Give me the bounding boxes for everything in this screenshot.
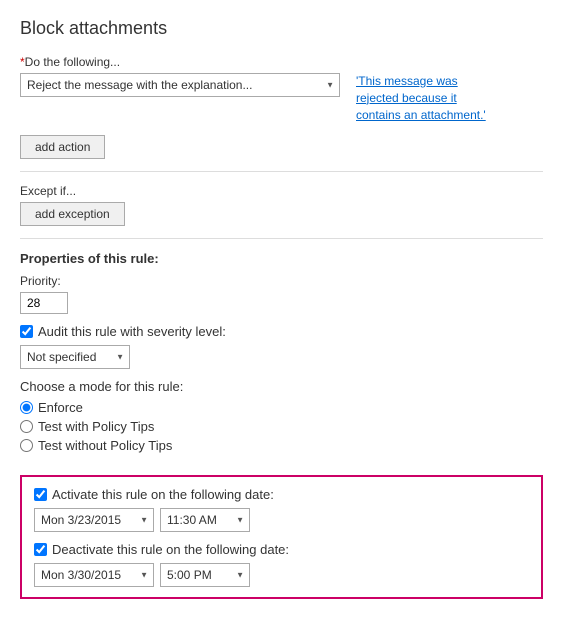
activate-time-select[interactable]: 11:30 AM: [160, 508, 250, 532]
add-exception-button[interactable]: add exception: [20, 202, 125, 226]
rejection-message-link[interactable]: 'This message was rejected because it co…: [356, 73, 486, 123]
do-following-select[interactable]: Reject the message with the explanation.…: [20, 73, 340, 97]
activate-date-select[interactable]: Mon 3/23/2015: [34, 508, 154, 532]
deactivate-date-select[interactable]: Mon 3/30/2015: [34, 563, 154, 587]
test-with-tips-radio[interactable]: [20, 420, 33, 433]
severity-select[interactable]: Not specified Low Medium High: [20, 345, 130, 369]
activate-label: Activate this rule on the following date…: [52, 487, 274, 502]
enforce-radio[interactable]: [20, 401, 33, 414]
properties-title: Properties of this rule:: [20, 251, 543, 266]
divider-2: [20, 238, 543, 239]
priority-label: Priority:: [20, 274, 543, 288]
deactivate-label: Deactivate this rule on the following da…: [52, 542, 289, 557]
audit-checkbox[interactable]: [20, 325, 33, 338]
do-following-label: *Do the following...: [20, 55, 543, 69]
activate-checkbox[interactable]: [34, 488, 47, 501]
priority-input[interactable]: [20, 292, 68, 314]
deactivate-time-select[interactable]: 5:00 PM: [160, 563, 250, 587]
test-without-tips-radio[interactable]: [20, 439, 33, 452]
audit-label: Audit this rule with severity level:: [38, 324, 226, 339]
test-with-tips-label: Test with Policy Tips: [38, 419, 154, 434]
divider-1: [20, 171, 543, 172]
page-title: Block attachments: [20, 18, 543, 39]
enforce-label: Enforce: [38, 400, 83, 415]
test-without-tips-label: Test without Policy Tips: [38, 438, 172, 453]
deactivate-checkbox[interactable]: [34, 543, 47, 556]
mode-label: Choose a mode for this rule:: [20, 379, 543, 394]
activation-box: Activate this rule on the following date…: [20, 475, 543, 599]
add-action-button[interactable]: add action: [20, 135, 105, 159]
except-if-label: Except if...: [20, 184, 543, 198]
